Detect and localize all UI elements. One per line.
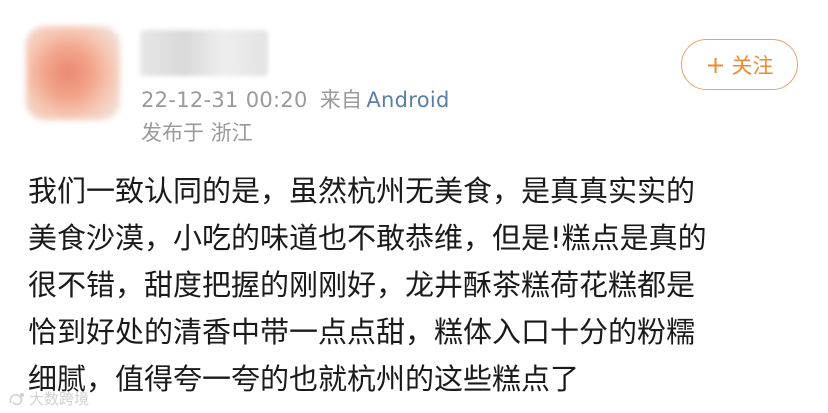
source-prefix: 来自: [319, 88, 363, 112]
plus-icon: +: [705, 50, 726, 79]
content-line: 美食沙漠，小吃的味道也不敢恭维，但是!糕点是真的: [28, 221, 707, 255]
user-avatar[interactable]: [26, 26, 120, 120]
post-meta: 22-12-31 00:20 来自 Android: [141, 84, 450, 114]
follow-label: 关注: [731, 53, 774, 78]
source-link[interactable]: Android: [366, 88, 449, 112]
post-location: 发布于 浙江: [141, 121, 253, 145]
content-line: 恰到好处的清香中带一点点甜，糕体入口十分的粉糯: [28, 315, 696, 349]
weibo-post: 22-12-31 00:20 来自 Android 发布于 浙江 + 关注 我们一致…: [0, 0, 828, 413]
follow-button[interactable]: + 关注: [681, 39, 798, 90]
post-content: 我们一致认同的是，虽然杭州无美食，是真真实实的 美食沙漠，小吃的味道也不敢恭维，…: [28, 168, 808, 403]
watermark-text: 大数跨境: [29, 390, 90, 408]
post-timestamp: 22-12-31 00:20: [141, 88, 308, 112]
content-line: 细腻，值得夸一夸的也就杭州的这些糕点了: [28, 362, 580, 396]
watermark: 大数跨境: [8, 388, 89, 409]
logo-icon: [9, 392, 24, 405]
username-blurred[interactable]: [140, 30, 268, 76]
content-line: 我们一致认同的是，虽然杭州无美食，是真真实实的: [28, 174, 696, 208]
content-line: 很不错，甜度把握的刚刚好，龙井酥茶糕荷花糕都是: [28, 268, 696, 302]
